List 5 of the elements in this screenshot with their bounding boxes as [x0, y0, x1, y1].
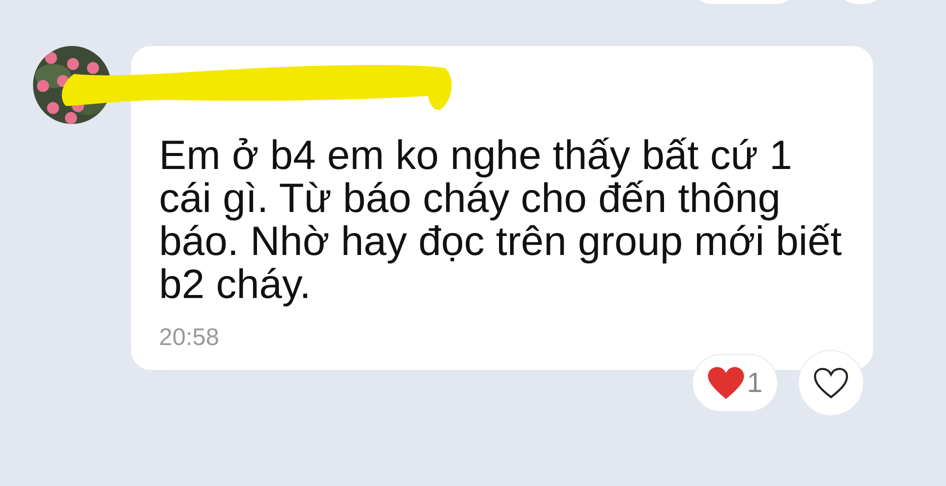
- message-time: 20:58: [159, 323, 220, 353]
- heart-icon: [707, 366, 745, 400]
- heart-icon: [812, 367, 849, 399]
- reaction-button[interactable]: 1: [692, 354, 778, 412]
- message-text: Em ở b4 em ko nghe thấy bất cứ 1 cái gì. Từ báo cháy cho đến thông báo. Nhờ hay đọc trên group mới biết b2 cháy.: [159, 134, 843, 306]
